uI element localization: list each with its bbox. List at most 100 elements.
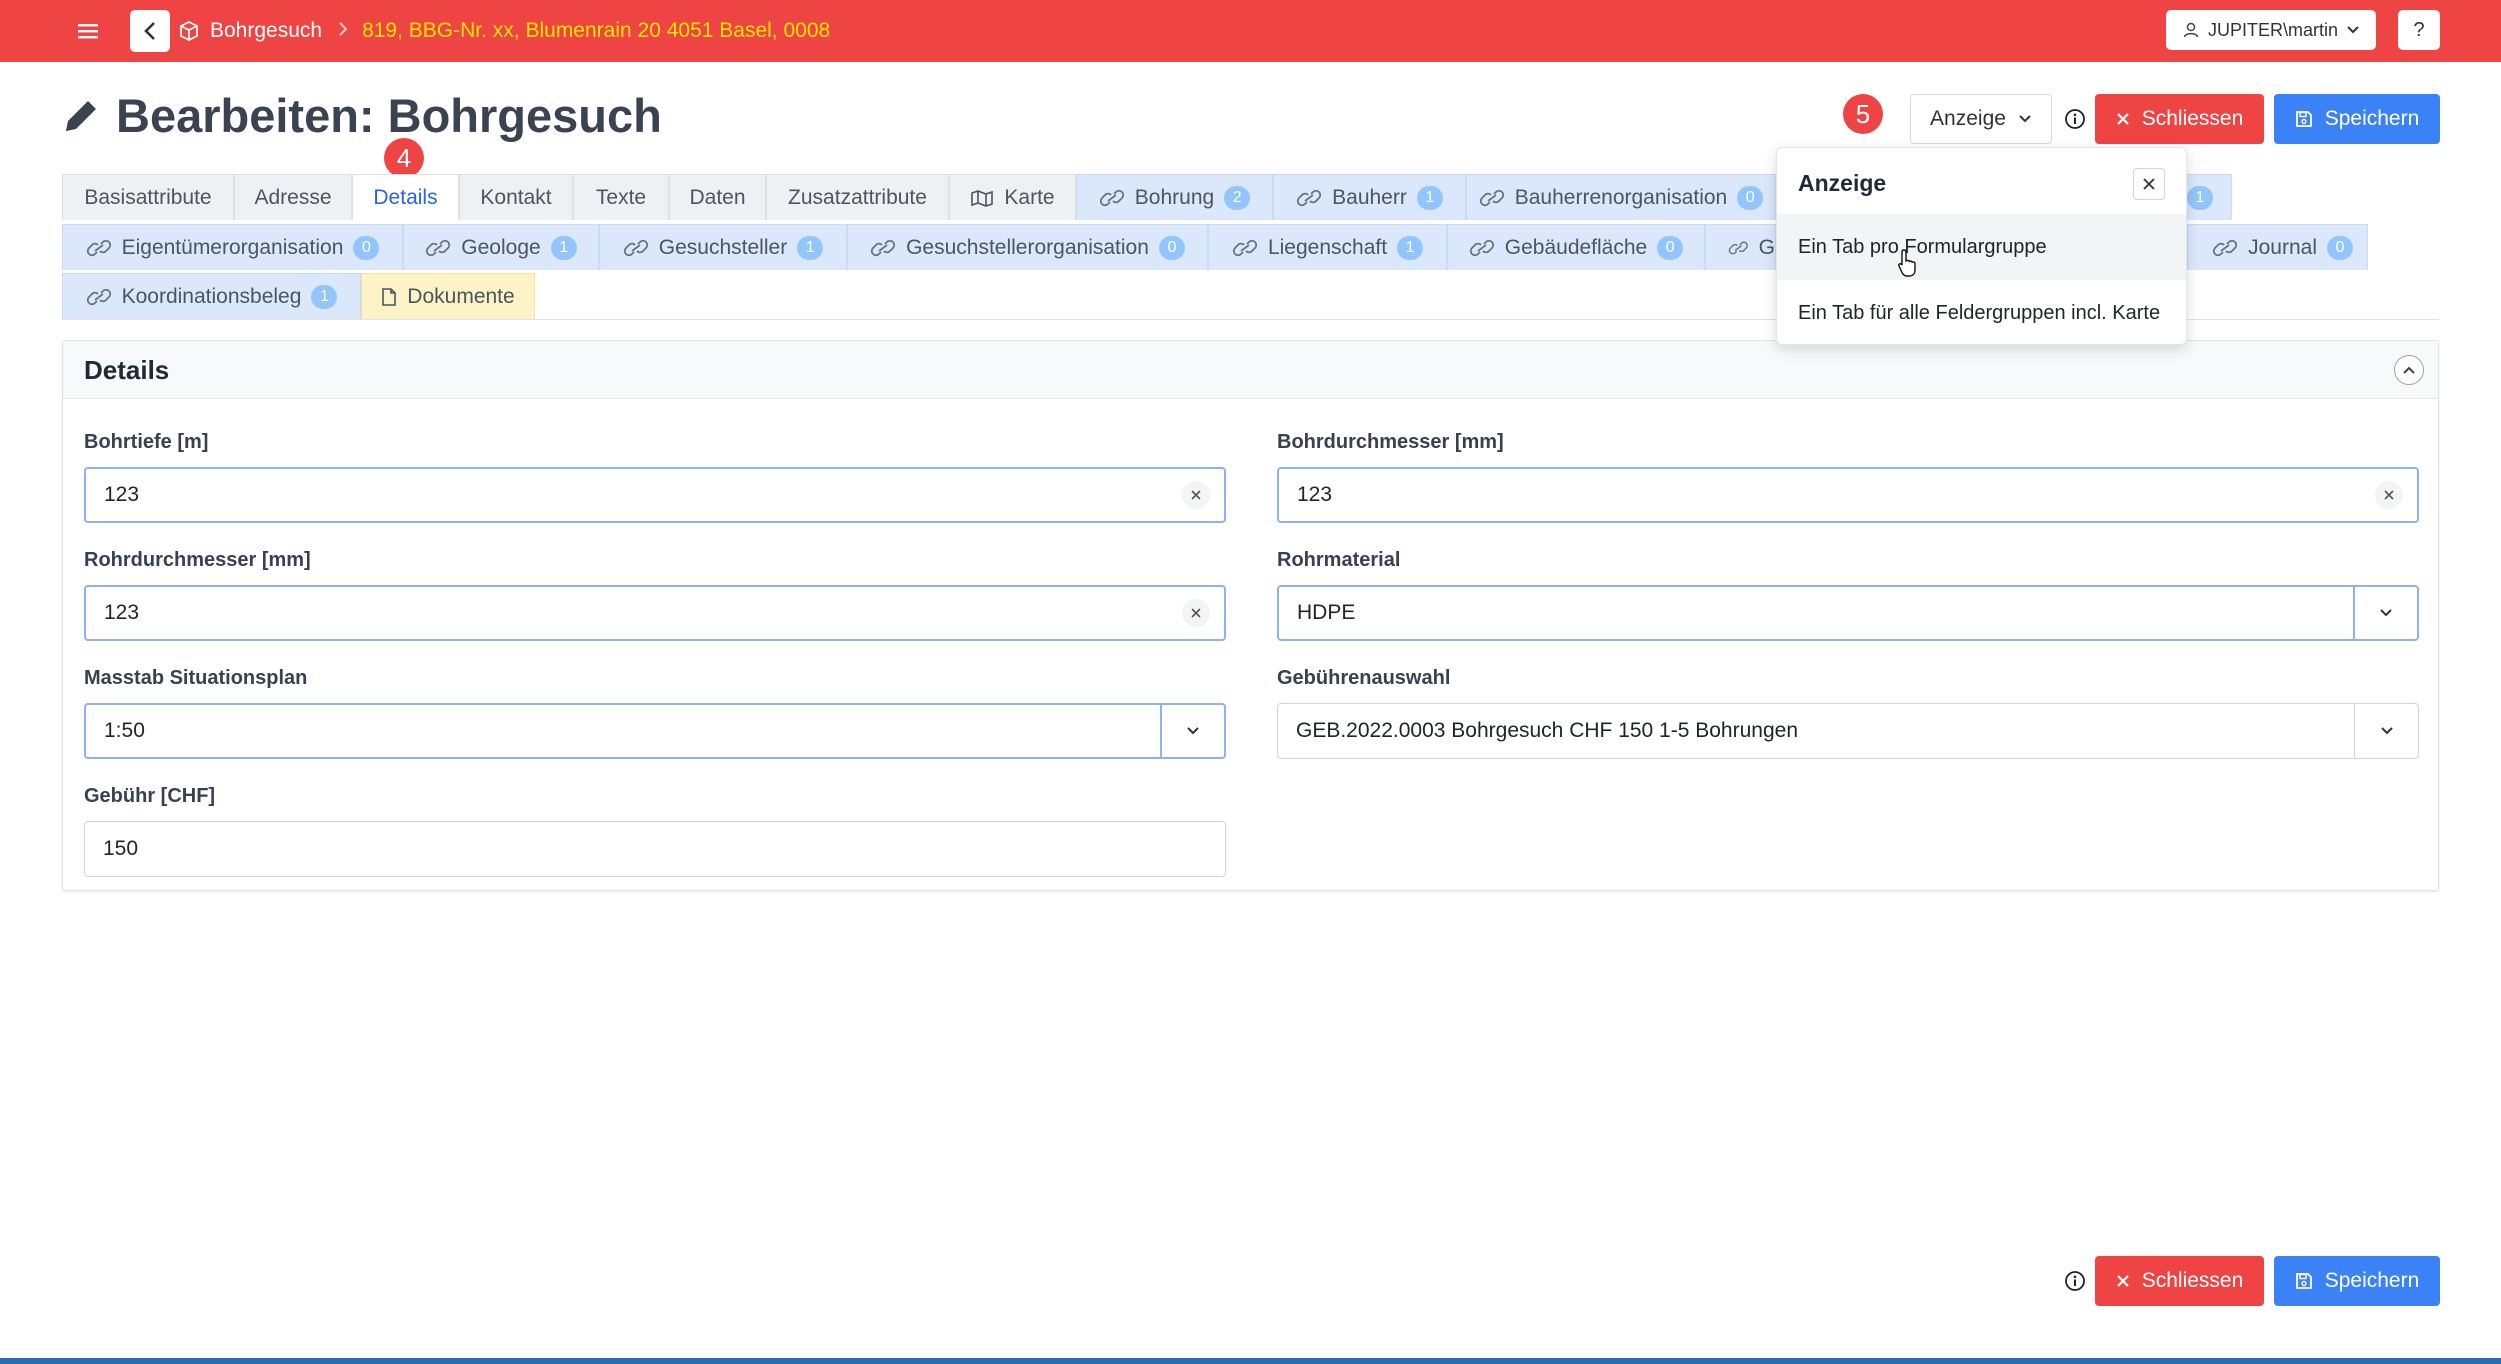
page-title: Bearbeiten: Bohrgesuch	[60, 88, 662, 143]
tab-dokumente[interactable]: Dokumente	[361, 273, 535, 319]
gebuehr-label: Gebühr [CHF]	[84, 785, 216, 807]
link-icon	[623, 239, 648, 256]
tab-bohrung[interactable]: Bohrung 2	[1076, 174, 1273, 220]
tab-basisattribute[interactable]: Basisattribute	[62, 174, 234, 220]
tab-kontakt[interactable]: Kontakt	[459, 174, 573, 220]
rohrdurchmesser-value: 123	[104, 601, 140, 624]
tab-label: Bohrung	[1134, 185, 1215, 209]
tab-liegenschaft[interactable]: Liegenschaft 1	[1208, 224, 1447, 270]
save-button[interactable]: Speichern	[2274, 94, 2440, 144]
details-panel: Details Bohrtiefe [m] 123 Bohrdurchmesse…	[62, 340, 2439, 891]
chevron-right-icon	[338, 19, 348, 43]
chevron-down-icon[interactable]	[1160, 705, 1224, 757]
link-icon	[86, 288, 111, 305]
gebuehr-input[interactable]: 150	[84, 821, 1226, 877]
close-label: Schliessen	[2141, 107, 2244, 130]
panel-header: Details	[63, 341, 2438, 399]
link-icon	[870, 239, 896, 256]
gebuehrenauswahl-select[interactable]: GEB.2022.0003 Bohrgesuch CHF 150 1-5 Boh…	[1277, 703, 2419, 759]
bohrtiefe-value: 123	[104, 483, 140, 506]
breadcrumb: Bohrgesuch 819, BBG-Nr. xx, Blumenrain 2…	[178, 0, 830, 62]
rohrdurchmesser-input[interactable]: 123	[84, 585, 1226, 641]
chevron-up-icon	[2403, 366, 2415, 374]
tab-zusatzattribute[interactable]: Zusatzattribute	[766, 174, 949, 220]
tab-adresse[interactable]: Adresse	[234, 174, 352, 220]
count-badge: 1	[797, 235, 824, 260]
popover-option-per-group[interactable]: Ein Tab pro Formulargruppe	[1777, 214, 2186, 280]
tab-texte[interactable]: Texte	[573, 174, 669, 220]
clear-icon[interactable]	[2375, 481, 2403, 509]
collapse-button[interactable]	[2394, 355, 2424, 385]
close-button[interactable]: Schliessen	[2095, 94, 2264, 144]
tab-bauherr[interactable]: Bauherr 1	[1273, 174, 1466, 220]
gebuehrenauswahl-value: GEB.2022.0003 Bohrgesuch CHF 150 1-5 Boh…	[1296, 719, 1799, 742]
tab-label: G	[1758, 235, 1775, 259]
popover-option-all-groups[interactable]: Ein Tab für alle Feldergruppen incl. Kar…	[1777, 280, 2186, 346]
bohrtiefe-input[interactable]: 123	[84, 467, 1226, 523]
tab-koordinationsbeleg[interactable]: Koordinationsbeleg 1	[62, 273, 361, 319]
tab-label: Gebäudefläche	[1504, 235, 1648, 259]
pencil-icon	[66, 100, 96, 131]
clear-icon[interactable]	[1182, 599, 1210, 627]
link-icon	[1232, 239, 1258, 256]
chevron-left-icon	[144, 22, 155, 40]
tab-g-partial[interactable]: G	[1705, 224, 1776, 270]
tab-gesuchsteller[interactable]: Gesuchsteller 1	[599, 224, 847, 270]
count-badge: 0	[2327, 235, 2353, 260]
close-button-bottom[interactable]: Schliessen	[2095, 1256, 2264, 1306]
user-name: JUPITER\martin	[2207, 19, 2339, 40]
chevron-down-icon[interactable]	[2353, 587, 2417, 639]
tab-gesuchstellerorganisation[interactable]: Gesuchstellerorganisation 0	[847, 224, 1208, 270]
popover-title: Anzeige	[1798, 170, 1887, 196]
top-navbar: Bohrgesuch 819, BBG-Nr. xx, Blumenrain 2…	[0, 0, 2501, 62]
masstab-select[interactable]: 1:50	[84, 703, 1226, 759]
close-icon[interactable]	[2133, 168, 2165, 200]
tab-label: Karte	[1004, 185, 1055, 209]
bohrtiefe-label: Bohrtiefe [m]	[84, 431, 209, 453]
count-badge: 0	[1657, 235, 1684, 260]
breadcrumb-app[interactable]: Bohrgesuch	[210, 19, 322, 43]
link-icon	[1297, 189, 1322, 206]
tab-karte[interactable]: Karte	[949, 174, 1076, 220]
menu-icon[interactable]	[72, 16, 104, 46]
link-icon	[86, 239, 111, 256]
tab-label: Journal	[2248, 235, 2317, 259]
cube-icon	[180, 20, 198, 42]
user-menu-button[interactable]: JUPITER\martin	[2166, 10, 2376, 50]
tab-details[interactable]: Details	[352, 174, 459, 220]
anzeige-button[interactable]: Anzeige	[1910, 94, 2052, 144]
count-badge: 1	[311, 284, 338, 309]
page-title-text: Bearbeiten: Bohrgesuch	[116, 89, 662, 142]
tab-eigentuemerorganisation[interactable]: Eigentümerorganisation 0	[62, 224, 403, 270]
clear-icon[interactable]	[1182, 481, 1210, 509]
tab-label: Liegenschaft	[1267, 235, 1388, 259]
tab-journal[interactable]: Journal 0	[2187, 224, 2368, 270]
info-icon[interactable]	[2062, 1268, 2088, 1294]
tab-label: Details	[373, 185, 438, 209]
tab-label: Texte	[595, 185, 647, 209]
info-icon[interactable]	[2062, 106, 2088, 132]
count-badge: 1	[1416, 185, 1443, 210]
bohrdurchmesser-input[interactable]: 123	[1277, 467, 2419, 523]
tab-bauherrenorganisation[interactable]: Bauherrenorganisation 0	[1466, 174, 1776, 220]
file-icon	[382, 287, 397, 306]
count-badge: 2	[1224, 185, 1251, 210]
step-badge-tab: 4	[384, 138, 424, 178]
save-button-bottom[interactable]: Speichern	[2274, 1256, 2440, 1306]
chevron-down-icon[interactable]	[2354, 704, 2418, 758]
tab-label: Eigentümerorganisation	[121, 235, 344, 259]
tab-daten[interactable]: Daten	[669, 174, 766, 220]
save-icon	[2295, 111, 2312, 127]
help-button[interactable]: ?	[2398, 10, 2440, 50]
back-button[interactable]	[130, 10, 170, 52]
bohrdurchmesser-label: Bohrdurchmesser [mm]	[1277, 431, 1504, 453]
tab-label: Kontakt	[480, 185, 552, 209]
panel-title: Details	[84, 355, 170, 385]
tab-label: Zusatzattribute	[788, 185, 927, 209]
breadcrumb-record: 819, BBG-Nr. xx, Blumenrain 20 4051 Base…	[362, 19, 831, 42]
rohrmaterial-select[interactable]: HDPE	[1277, 585, 2419, 641]
tab-gebaeudeflaeche[interactable]: Gebäudefläche 0	[1447, 224, 1705, 270]
tab-geologe[interactable]: Geologe 1	[403, 224, 599, 270]
map-icon	[971, 189, 994, 207]
link-icon	[1469, 239, 1494, 256]
